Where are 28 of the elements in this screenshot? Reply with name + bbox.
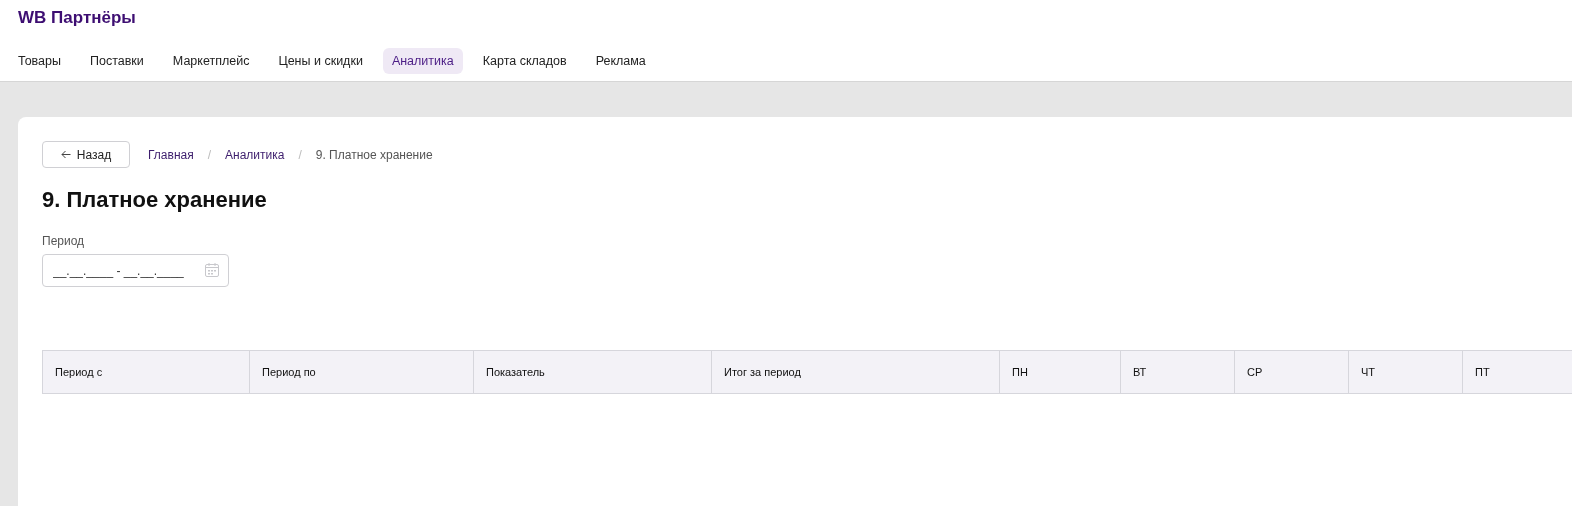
nav-tab[interactable]: Маркетплейс [163, 48, 259, 74]
nav-tab[interactable]: Реклама [586, 48, 655, 74]
breadcrumb-link[interactable]: Аналитика [225, 147, 285, 162]
column-header: ЧТ [1348, 351, 1462, 393]
column-header: ПН [999, 351, 1120, 393]
calendar-icon [204, 262, 220, 278]
back-button[interactable]: Назад [42, 141, 130, 168]
breadcrumb-separator: / [207, 147, 212, 162]
column-header: Период с [54, 365, 104, 380]
nav-tab[interactable]: Аналитика [382, 48, 463, 74]
breadcrumb-separator: / [298, 147, 302, 162]
nav-tab[interactable]: Цены и скидки [269, 48, 372, 74]
column-header: СР [1234, 351, 1348, 393]
date-range-field[interactable]: __.__.____ - __.__.____ [42, 254, 229, 287]
nav-tab[interactable]: Поставки [81, 48, 153, 74]
field-label: Период [42, 234, 86, 248]
column-header: ПТ [1462, 351, 1572, 393]
column-header: ВТ [1120, 351, 1234, 393]
column-header: Итог за период [711, 351, 999, 393]
breadcrumb-current: 9. Платное хранение [315, 147, 433, 162]
nav-tab[interactable]: Карта складов [473, 48, 576, 74]
column-header: Период по [249, 351, 473, 393]
breadcrumb-link[interactable]: Главная [148, 147, 194, 162]
page-heading: 9. Платное хранение [42, 187, 268, 213]
back-arrow-icon [60, 150, 71, 159]
nav-tab[interactable]: Товары [9, 48, 70, 74]
column-header: Показатель [473, 351, 711, 393]
logo[interactable]: WB Партнёры [18, 8, 136, 28]
